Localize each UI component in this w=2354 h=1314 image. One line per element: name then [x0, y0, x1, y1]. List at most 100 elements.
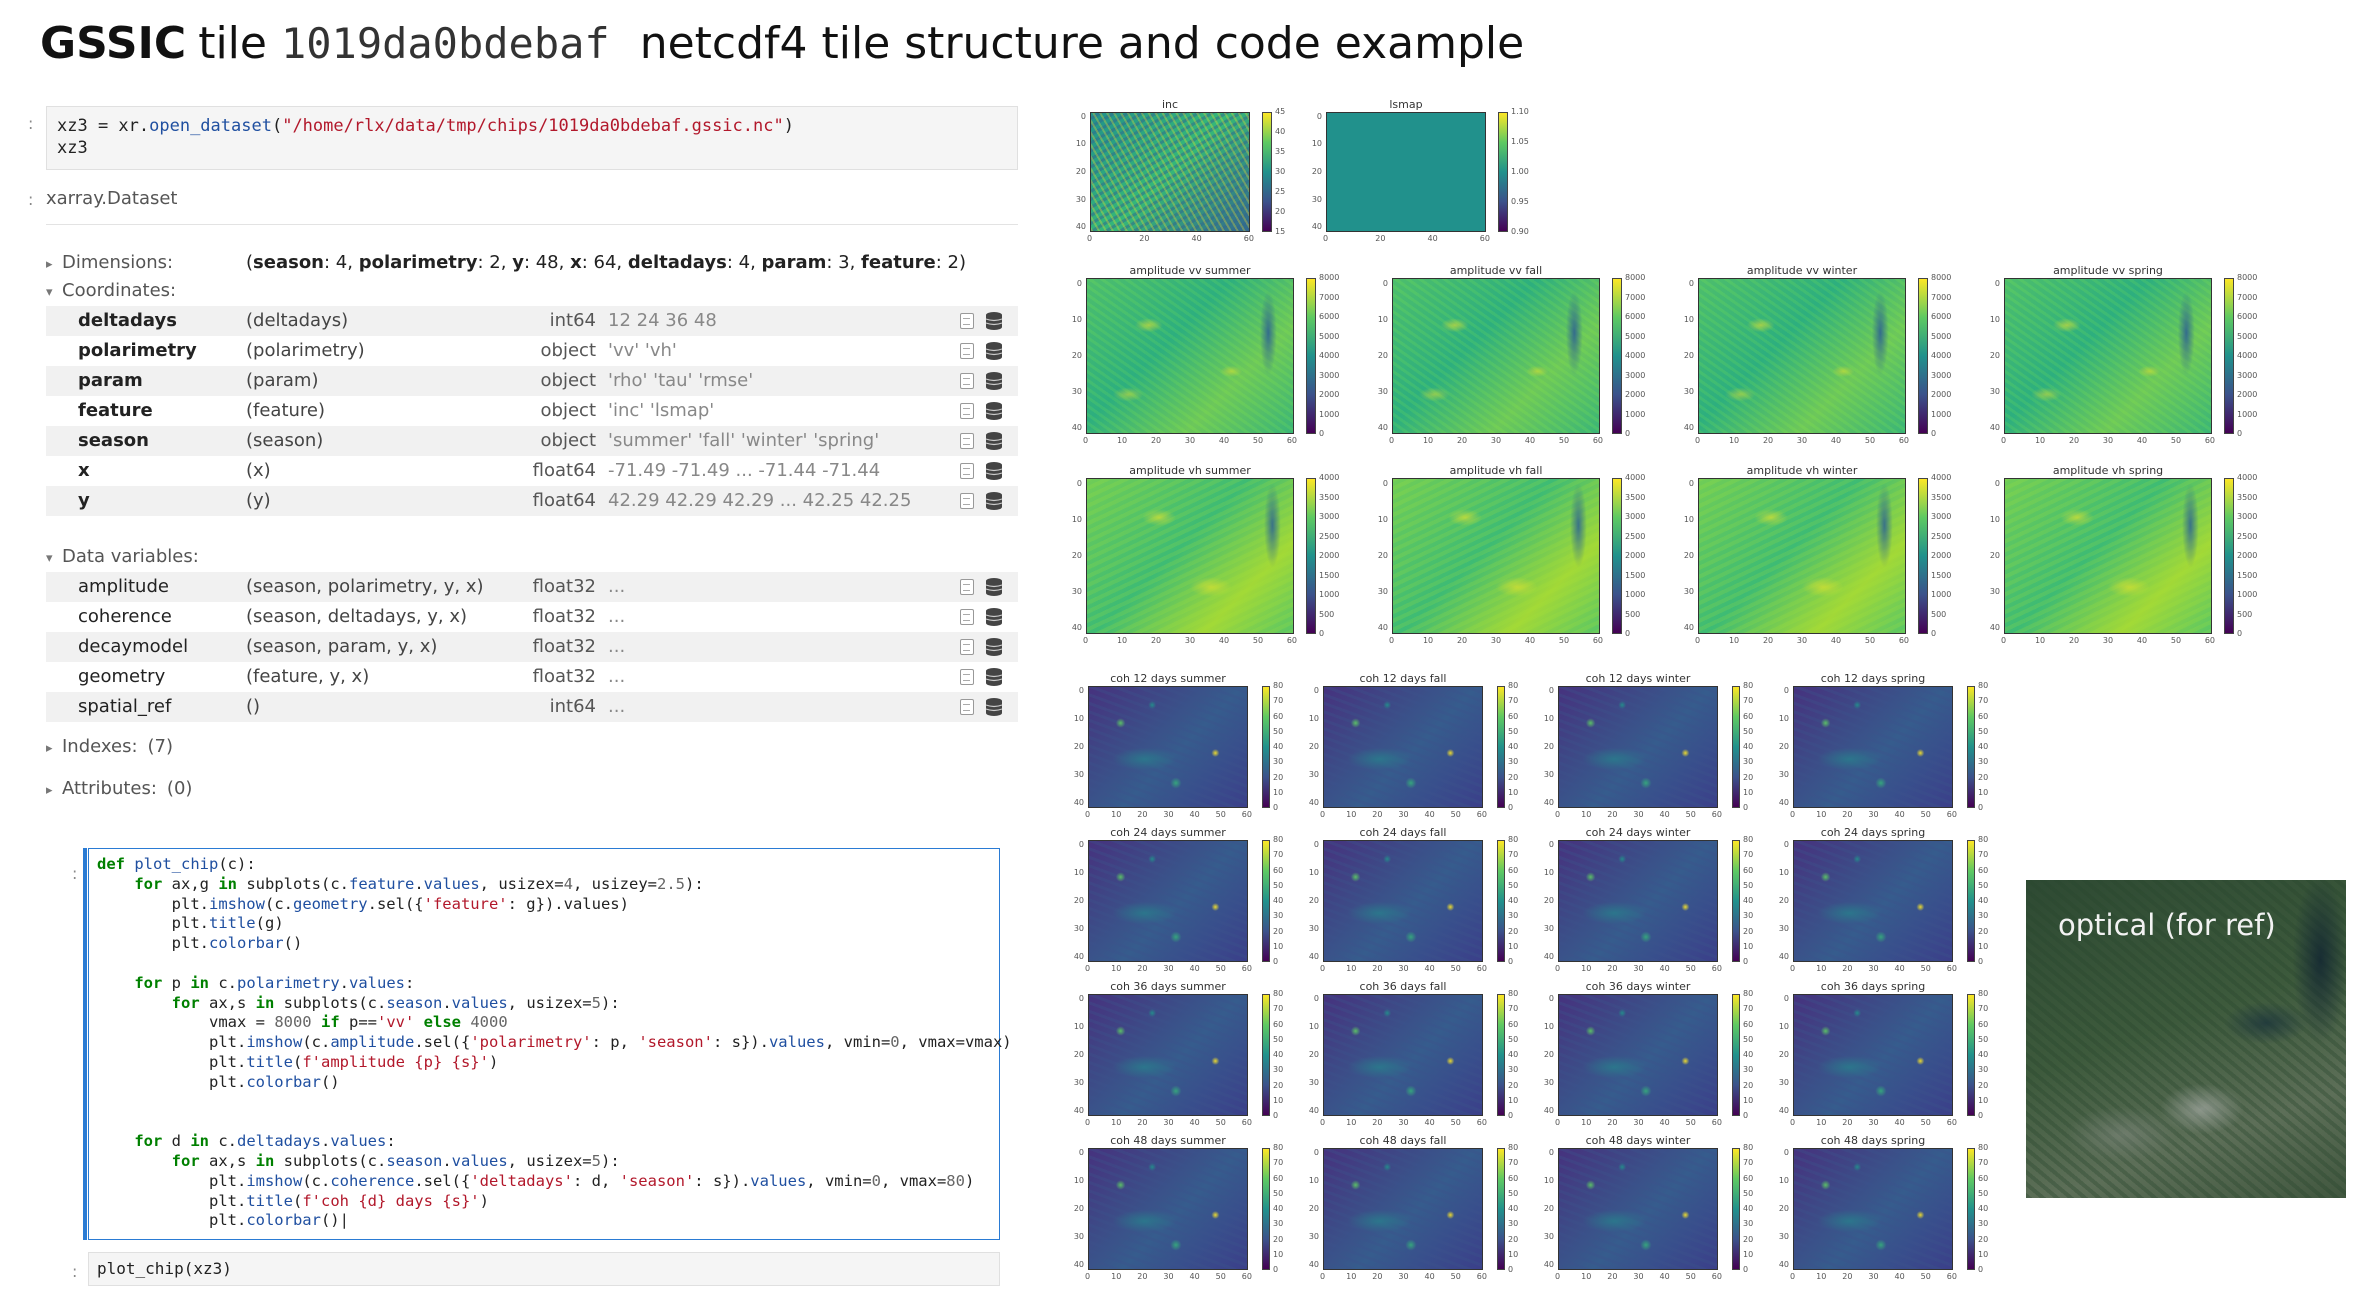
- colorbar-tick-label: 0: [1978, 1111, 1984, 1120]
- attributes-doc-icon[interactable]: [960, 669, 974, 685]
- database-icon[interactable]: [984, 341, 1004, 361]
- colorbar-tick-label: 4000: [1625, 351, 1646, 360]
- variable-name: y: [78, 490, 90, 511]
- code-cell-plot-chip-definition[interactable]: def plot_chip(c): for ax,g in subplots(c…: [83, 848, 1012, 1240]
- y-tick-label: 10: [1073, 713, 1084, 723]
- attributes-doc-icon[interactable]: [960, 403, 974, 419]
- heatmap-image: [1698, 278, 1906, 434]
- colorbar: [1918, 278, 1928, 434]
- database-icon[interactable]: [984, 311, 1004, 331]
- database-icon[interactable]: [984, 667, 1004, 687]
- attributes-doc-icon[interactable]: [960, 463, 974, 479]
- colorbar-tick-label: 0: [1273, 803, 1279, 812]
- x-tick-label: 0: [1083, 636, 1089, 645]
- x-tick-label: 30: [1490, 636, 1502, 645]
- plot-title: coh 24 days fall: [1359, 826, 1447, 839]
- colorbar-tick-label: 0: [1978, 803, 1984, 812]
- variable-preview: ...: [608, 576, 626, 597]
- database-icon[interactable]: [984, 491, 1004, 511]
- code-cell-plot-call[interactable]: plot_chip(xz3): [88, 1252, 1000, 1286]
- colorbar-tick-label: 50: [1273, 1188, 1284, 1198]
- attributes-label: Attributes:: [62, 778, 157, 799]
- x-tick-label: 20: [1150, 636, 1162, 645]
- coordinates-table: deltadays (deltadays) int64 12 24 36 48 pola…: [46, 306, 1018, 516]
- x-tick-label: 10: [1111, 1118, 1122, 1127]
- heatmap-image: [1323, 1148, 1483, 1270]
- colorbar-tick-label: 3000: [1625, 370, 1646, 380]
- attributes-doc-icon[interactable]: [960, 343, 974, 359]
- x-tick-label: 20: [1607, 810, 1618, 819]
- colorbar-tick-label: 7000: [1625, 292, 1646, 302]
- colorbar-tick-label: 4000: [1625, 473, 1646, 482]
- attributes-doc-icon[interactable]: [960, 579, 974, 595]
- colorbar-tick-label: 4000: [1319, 351, 1340, 360]
- section-indexes[interactable]: ▸ Indexes: (7): [46, 736, 173, 757]
- colorbar: [1967, 840, 1975, 962]
- database-icon[interactable]: [984, 431, 1004, 451]
- x-tick-label: 60: [1946, 1118, 1957, 1127]
- colorbar-tick-label: 20: [1978, 926, 1989, 936]
- colorbar-tick-label: 50: [1508, 1188, 1519, 1198]
- code-cell-open-dataset[interactable]: xz3 = xr.open_dataset("/home/rlx/data/tm…: [46, 106, 1018, 170]
- x-tick-label: 10: [1422, 436, 1434, 445]
- section-data-variables[interactable]: ▾ Data variables:: [46, 546, 199, 567]
- section-attributes[interactable]: ▸ Attributes: (0): [46, 778, 192, 799]
- colorbar-tick-label: 6000: [2237, 312, 2258, 321]
- colorbar-tick-label: 0: [1508, 1265, 1514, 1274]
- database-icon[interactable]: [984, 577, 1004, 597]
- y-tick-label: 20: [1778, 1050, 1789, 1059]
- heatmap-image: [1558, 1148, 1718, 1270]
- attributes-doc-icon[interactable]: [960, 493, 974, 509]
- x-tick-label: 30: [1868, 1272, 1879, 1281]
- y-tick-label: 30: [1543, 924, 1554, 934]
- y-tick-label: 40: [1778, 1106, 1789, 1116]
- database-icon[interactable]: [984, 371, 1004, 391]
- y-tick-label: 0: [1313, 993, 1319, 1003]
- colorbar-tick-label: 3000: [1931, 370, 1952, 380]
- dataset-header: xarray.Dataset: [46, 188, 178, 209]
- x-tick-label: 30: [1398, 1118, 1409, 1127]
- attributes-doc-icon[interactable]: [960, 433, 974, 449]
- attributes-doc-icon[interactable]: [960, 313, 974, 329]
- colorbar-tick-label: 60: [1508, 1173, 1519, 1183]
- colorbar-tick-label: 7000: [1319, 292, 1340, 302]
- title-tile-word: tile: [198, 18, 267, 69]
- y-tick-label: 0: [1078, 839, 1084, 849]
- x-tick-label: 30: [1398, 810, 1409, 819]
- colorbar-tick-label: 40: [1978, 742, 1989, 751]
- y-tick-label: 0: [1548, 993, 1554, 1003]
- database-icon[interactable]: [984, 607, 1004, 627]
- attributes-doc-icon[interactable]: [960, 639, 974, 655]
- coordinate-row-polarimetry: polarimetry (polarimetry) object 'vv' 'vh': [46, 336, 1018, 366]
- colorbar-tick-label: 2500: [1931, 531, 1952, 541]
- section-dimensions[interactable]: ▸ Dimensions:: [46, 252, 173, 273]
- x-tick-label: 40: [1191, 234, 1202, 243]
- plot-title: coh 24 days summer: [1110, 826, 1226, 839]
- section-coordinates[interactable]: ▾ Coordinates:: [46, 280, 176, 301]
- colorbar-tick-label: 60: [1743, 1173, 1754, 1183]
- y-tick-label: 30: [1377, 386, 1388, 396]
- database-icon[interactable]: [984, 461, 1004, 481]
- x-tick-label: 0: [1790, 1272, 1796, 1281]
- attributes-doc-icon[interactable]: [960, 373, 974, 389]
- colorbar-tick-label: 3500: [1319, 492, 1340, 502]
- variable-preview: -71.49 -71.49 ... -71.44 -71.44: [608, 460, 881, 481]
- attributes-doc-icon[interactable]: [960, 699, 974, 715]
- colorbar-tick-label: 0: [1978, 957, 1984, 966]
- database-icon[interactable]: [984, 401, 1004, 421]
- data-variable-row-coherence: coherence (season, deltadays, y, x) float3…: [46, 602, 1018, 632]
- colorbar-tick-label: 60: [1273, 1019, 1284, 1029]
- database-icon[interactable]: [984, 637, 1004, 657]
- y-tick-label: 0: [1313, 839, 1319, 849]
- coherence-plot-r1-c0: coh 24 days summer 0 10 20 30 40 0 10 20 30 40 50 60…: [1074, 826, 1296, 978]
- attributes-doc-icon[interactable]: [960, 609, 974, 625]
- y-tick-label: 40: [1543, 952, 1554, 962]
- x-tick-label: 10: [2034, 436, 2046, 445]
- x-tick-label: 0: [1389, 436, 1395, 445]
- coherence-plot-r0-c3: coh 12 days spring 0 10 20 30 40 0 10 20 30 40 50 60…: [1779, 672, 2001, 824]
- database-icon[interactable]: [984, 697, 1004, 717]
- colorbar-tick-label: 2000: [1625, 390, 1646, 399]
- x-tick-label: 0: [2001, 436, 2007, 445]
- x-tick-label: 30: [1184, 636, 1196, 645]
- colorbar: [1967, 994, 1975, 1116]
